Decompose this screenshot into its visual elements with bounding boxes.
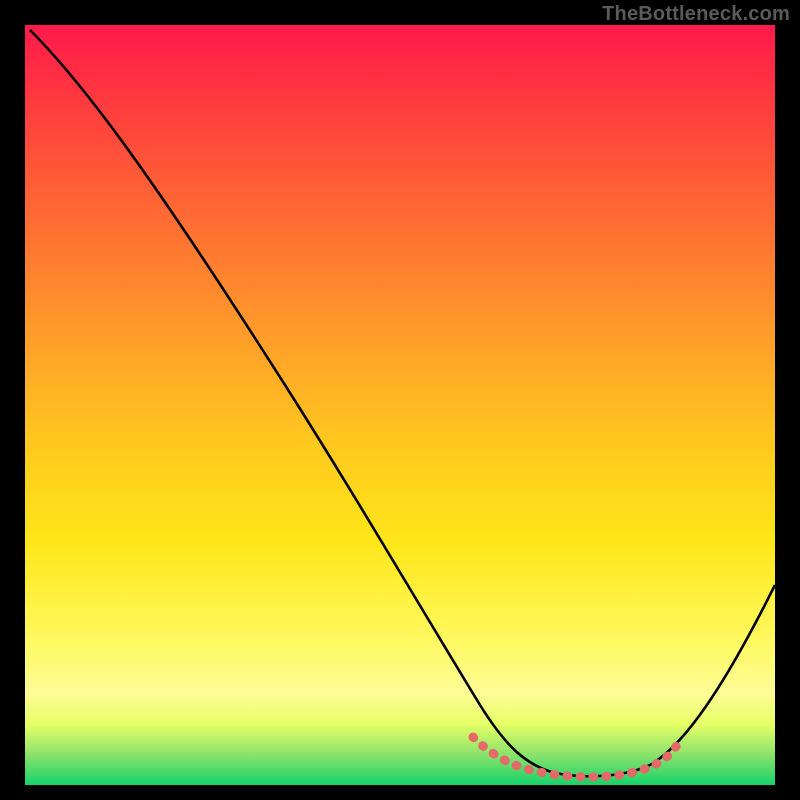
- bottleneck-curve-svg: [25, 25, 775, 785]
- watermark-text: TheBottleneck.com: [602, 3, 790, 26]
- chart-area: [25, 25, 775, 785]
- bottom-marker: [473, 737, 677, 777]
- bottleneck-curve: [30, 30, 775, 776]
